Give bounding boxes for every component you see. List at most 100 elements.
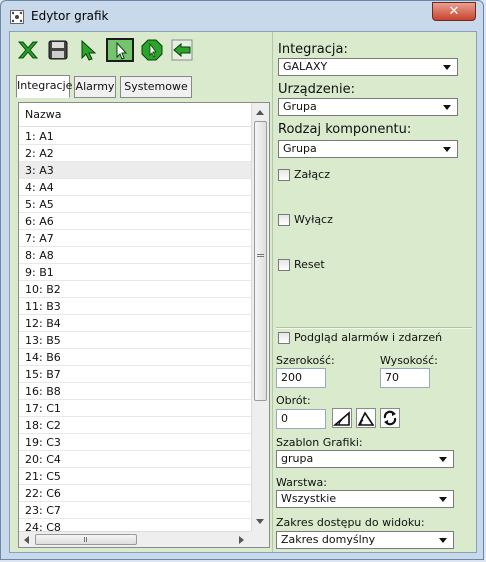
list-item[interactable]: 12: B4 xyxy=(19,315,251,332)
chevron-down-icon xyxy=(443,147,451,152)
chevron-down-icon xyxy=(439,538,447,543)
select-arrow-active-icon xyxy=(116,41,128,60)
on-checkbox-label: Załącz xyxy=(294,168,330,181)
list-item[interactable]: 10: B2 xyxy=(19,281,251,298)
preview-alarms-checkbox[interactable] xyxy=(278,332,290,344)
rotation-label: Obrót: xyxy=(276,394,311,407)
save-button[interactable] xyxy=(46,38,70,62)
list-item[interactable]: 18: C2 xyxy=(19,417,251,434)
rotate-left-icon xyxy=(332,411,350,426)
off-checkbox[interactable] xyxy=(278,214,290,226)
vertical-scroll-thumb[interactable] xyxy=(254,121,267,401)
delete-icon xyxy=(17,41,39,59)
chevron-down-icon xyxy=(439,497,447,502)
horizontal-scrollbar[interactable] xyxy=(19,531,251,547)
tab-integracje[interactable]: Integracje xyxy=(16,75,72,98)
horizontal-scroll-thumb[interactable] xyxy=(35,534,137,545)
layer-label: Warstwa: xyxy=(276,476,327,489)
title-bar[interactable]: Edytor grafik ✕ xyxy=(1,1,483,31)
list-item[interactable]: 19: C3 xyxy=(19,434,251,451)
rotate-right-icon xyxy=(357,411,375,426)
list-item[interactable]: 2: A2 xyxy=(19,145,251,162)
list-item[interactable]: 3: A3 xyxy=(19,162,251,179)
list-item[interactable]: 15: B7 xyxy=(19,366,251,383)
list-item[interactable]: 8: A8 xyxy=(19,247,251,264)
list-item[interactable]: 17: C1 xyxy=(19,400,251,417)
component-list[interactable]: Nazwa 1: A1 2: A2 3: A3 4: A4 5: A5 6: A6 7: A… xyxy=(18,102,270,548)
delete-button[interactable] xyxy=(16,38,40,62)
reset-checkbox-label: Reset xyxy=(294,258,325,271)
scroll-corner xyxy=(251,531,269,547)
device-label: Urządzenie: xyxy=(278,82,355,97)
device-select[interactable]: Grupa xyxy=(278,98,458,116)
list-item[interactable]: 5: A5 xyxy=(19,196,251,213)
select-active-tool-button[interactable] xyxy=(106,38,134,62)
template-select[interactable]: grupa xyxy=(276,450,454,468)
rotate-select-button[interactable] xyxy=(140,38,164,62)
rotate-left-button[interactable] xyxy=(332,408,352,428)
divider xyxy=(276,327,472,329)
list-item[interactable]: 23: C7 xyxy=(19,502,251,519)
vertical-scrollbar[interactable] xyxy=(251,103,269,531)
list-item[interactable]: 20: C4 xyxy=(19,451,251,468)
back-button[interactable] xyxy=(170,38,194,62)
rotate-select-icon xyxy=(141,39,163,61)
height-input[interactable]: 70 xyxy=(380,368,430,388)
rotation-input[interactable]: 0 xyxy=(276,409,326,429)
component-type-label: Rodzaj komponentu: xyxy=(278,122,412,137)
height-label: Wysokość: xyxy=(380,354,438,367)
list-item[interactable]: 11: B3 xyxy=(19,298,251,315)
width-label: Szerokość: xyxy=(276,354,335,367)
list-item[interactable]: 13: B5 xyxy=(19,332,251,349)
width-input[interactable]: 200 xyxy=(276,368,326,388)
close-button[interactable]: ✕ xyxy=(432,2,476,21)
list-item[interactable]: 16: B8 xyxy=(19,383,251,400)
window-title: Edytor grafik xyxy=(31,9,109,23)
integration-label: Integracja: xyxy=(278,42,348,57)
off-checkbox-label: Wyłącz xyxy=(294,213,333,226)
list-item[interactable]: 6: A6 xyxy=(19,213,251,230)
list-item[interactable]: 1: A1 xyxy=(19,128,251,145)
reset-checkbox[interactable] xyxy=(278,259,290,271)
back-arrow-icon xyxy=(171,39,193,61)
select-arrow-icon xyxy=(81,39,97,61)
app-icon xyxy=(10,10,24,24)
tab-alarmy[interactable]: Alarmy xyxy=(74,76,116,98)
list-item[interactable]: 9: B1 xyxy=(19,264,251,281)
refresh-icon xyxy=(383,410,397,426)
select-tool-button[interactable] xyxy=(76,38,100,62)
list-item[interactable]: 7: A7 xyxy=(19,230,251,247)
integration-value: GALAXY xyxy=(283,60,328,73)
editor-client: Integracje Alarmy Systemowe Nazwa 1: A1 2… xyxy=(9,31,477,553)
component-type-value: Grupa xyxy=(283,142,317,155)
column-header-nazwa[interactable]: Nazwa xyxy=(19,103,251,127)
access-select[interactable]: Zakres domyślny xyxy=(276,531,454,549)
chevron-down-icon xyxy=(443,105,451,110)
access-label: Zakres dostępu do widoku: xyxy=(276,516,425,529)
integration-select[interactable]: GALAXY xyxy=(278,58,458,76)
list-item[interactable]: 4: A4 xyxy=(19,179,251,196)
chevron-down-icon xyxy=(439,457,447,462)
chevron-down-icon xyxy=(443,65,451,70)
template-value: grupa xyxy=(281,452,314,465)
preview-alarms-label: Podgląd alarmów i zdarzeń xyxy=(294,331,443,344)
device-value: Grupa xyxy=(283,100,317,113)
scroll-down-icon[interactable] xyxy=(256,519,264,524)
grip-icon xyxy=(257,254,264,257)
access-value: Zakres domyślny xyxy=(281,533,376,546)
on-checkbox[interactable] xyxy=(278,169,290,181)
layer-value: Wszystkie xyxy=(281,492,337,505)
list-rows: 1: A1 2: A2 3: A3 4: A4 5: A5 6: A6 7: A7 8: A8… xyxy=(19,128,251,536)
layer-select[interactable]: Wszystkie xyxy=(276,490,454,508)
refresh-button[interactable] xyxy=(380,408,400,428)
grip-icon xyxy=(84,537,87,542)
scroll-right-icon[interactable] xyxy=(239,536,244,544)
list-item[interactable]: 21: C5 xyxy=(19,468,251,485)
tab-systemowe[interactable]: Systemowe xyxy=(120,76,192,98)
rotate-right-button[interactable] xyxy=(356,408,376,428)
list-item[interactable]: 22: C6 xyxy=(19,485,251,502)
scroll-up-icon[interactable] xyxy=(256,110,264,115)
list-item[interactable]: 14: B6 xyxy=(19,349,251,366)
component-type-select[interactable]: Grupa xyxy=(278,140,458,158)
scroll-left-icon[interactable] xyxy=(24,536,29,544)
